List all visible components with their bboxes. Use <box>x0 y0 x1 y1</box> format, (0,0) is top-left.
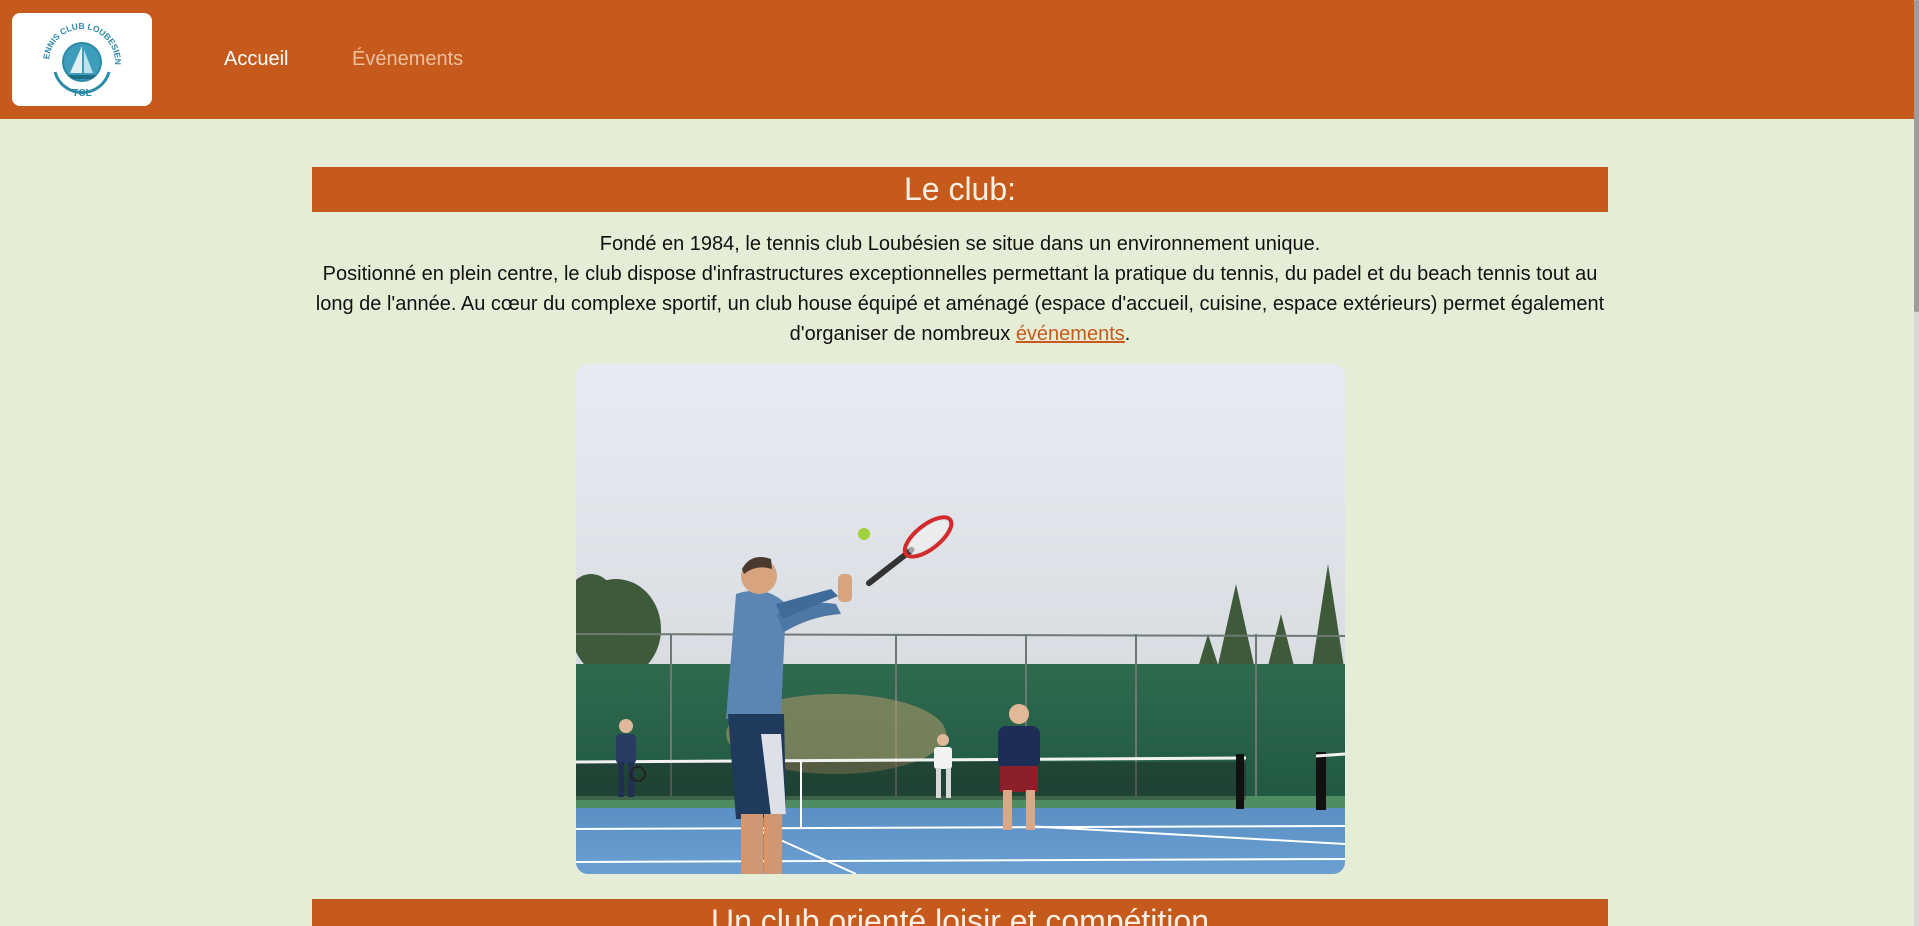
nav-accueil[interactable]: Accueil <box>224 48 288 70</box>
club-section-title: Le club: <box>312 167 1608 212</box>
club-description: Fondé en 1984, le tennis club Loubésien … <box>312 229 1608 349</box>
tennis-players-photo <box>576 364 1345 874</box>
main-content: Le club: Fondé en 1984, le tennis club L… <box>312 167 1608 926</box>
sailboat-logo-icon: TENNIS CLUB LOUBESIEN TCL <box>39 20 123 99</box>
club-description-line2: Positionné en plein centre, le club disp… <box>315 263 1605 345</box>
site-header: TENNIS CLUB LOUBESIEN TCL Accueil Événem… <box>0 0 1919 119</box>
tennis-ball <box>858 528 870 540</box>
page-scrollbar[interactable] <box>1914 0 1919 926</box>
club-logo[interactable]: TENNIS CLUB LOUBESIEN TCL <box>12 13 152 106</box>
club-description-end: . <box>1124 323 1131 345</box>
events-link[interactable]: événements <box>1016 323 1125 345</box>
scrollbar-thumb[interactable] <box>1914 0 1919 312</box>
nav-evenements[interactable]: Événements <box>352 48 463 70</box>
club-description-line1: Fondé en 1984, le tennis club Loubésien … <box>599 233 1321 255</box>
leisure-competition-title: Un club orienté loisir et compétition <box>312 899 1608 926</box>
logo-bottom-text: TCL <box>72 88 91 99</box>
